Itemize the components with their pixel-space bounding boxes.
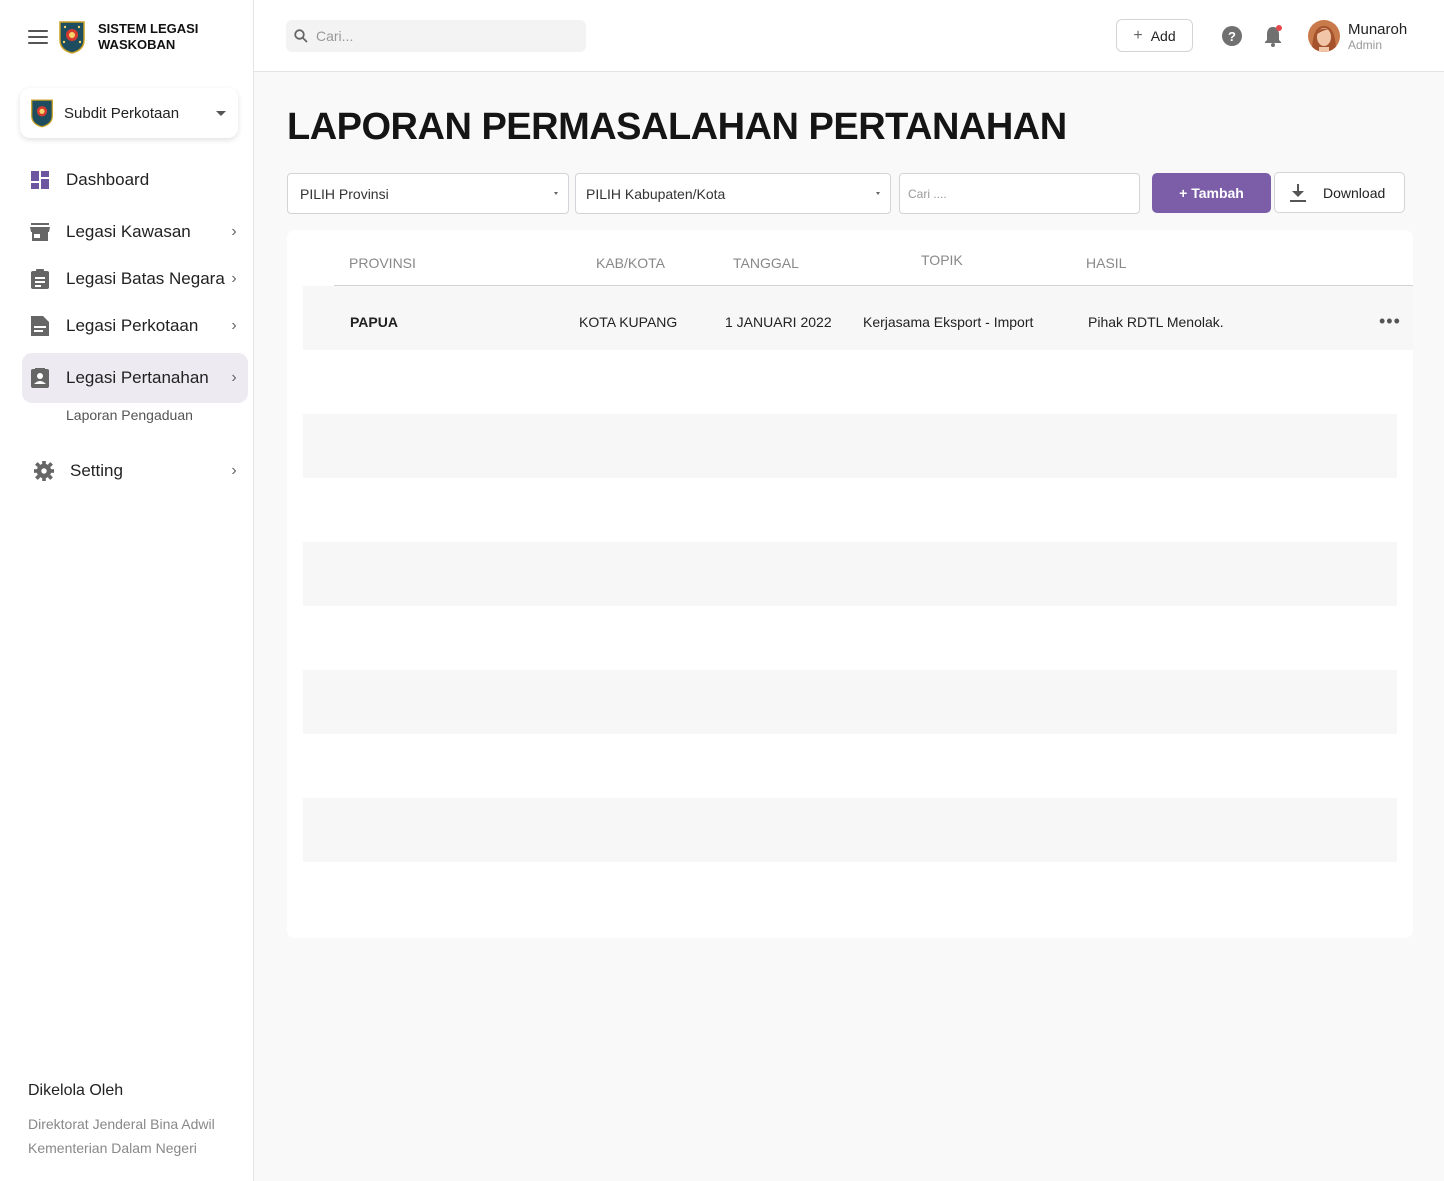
document-icon bbox=[30, 316, 50, 336]
plus-icon: + bbox=[1133, 26, 1143, 44]
chevron-right-icon: › bbox=[231, 317, 237, 334]
menu-icon[interactable] bbox=[28, 30, 48, 44]
notification-dot bbox=[1276, 25, 1282, 31]
sidebar: SISTEM LEGASI WASKOBAN Subdit Perkotaan … bbox=[0, 0, 254, 1181]
add-button[interactable]: + Add bbox=[1116, 19, 1193, 52]
clipboard-icon bbox=[30, 269, 50, 289]
org-logo bbox=[31, 99, 53, 128]
user-role: Admin bbox=[1348, 38, 1383, 52]
cell-kabkota: KOTA KUPANG bbox=[579, 314, 678, 330]
managed-by-line: Kementerian Dalam Negeri bbox=[28, 1140, 197, 1156]
column-header-hasil: HASIL bbox=[1086, 255, 1127, 271]
org-switcher[interactable]: Subdit Perkotaan bbox=[20, 88, 238, 138]
search-icon bbox=[294, 29, 308, 43]
empty-row bbox=[303, 670, 1397, 734]
sidebar-item-label: Dashboard bbox=[66, 170, 150, 189]
caret-down-icon bbox=[876, 192, 880, 195]
city-select-value: PILIH Kabupaten/Kota bbox=[586, 185, 726, 202]
caret-down-icon bbox=[216, 110, 226, 116]
download-button-label: Download bbox=[1323, 184, 1386, 201]
gear-icon bbox=[34, 461, 54, 481]
province-select-value: PILIH Provinsi bbox=[300, 185, 389, 202]
sidebar-item-legasi-kawasan[interactable]: Legasi Kawasan › bbox=[22, 207, 248, 257]
search-input[interactable] bbox=[316, 28, 566, 44]
sidebar-item-legasi-pertanahan[interactable]: Legasi Pertanahan › bbox=[22, 353, 248, 403]
avatar[interactable] bbox=[1308, 20, 1340, 52]
sidebar-item-label: Legasi Batas Negara bbox=[66, 269, 225, 288]
search-box[interactable] bbox=[286, 20, 586, 52]
city-select[interactable]: PILIH Kabupaten/Kota bbox=[575, 173, 891, 214]
cell-topik: Kerjasama Eksport - Import bbox=[863, 314, 1034, 330]
emblem-logo bbox=[59, 21, 85, 54]
tambah-button[interactable]: + Tambah bbox=[1152, 173, 1271, 213]
empty-row bbox=[303, 414, 1397, 478]
sidebar-subitem-laporan-pengaduan[interactable]: Laporan Pengaduan bbox=[66, 407, 193, 423]
chevron-right-icon: › bbox=[231, 369, 237, 386]
table-row-background bbox=[303, 286, 1413, 350]
brand-line-1: SISTEM LEGASI bbox=[98, 21, 199, 36]
sidebar-item-label: Legasi Kawasan bbox=[66, 222, 191, 241]
province-select[interactable]: PILIH Provinsi bbox=[287, 173, 569, 214]
empty-row bbox=[303, 542, 1397, 606]
brand-line-2: WASKOBAN bbox=[98, 37, 176, 52]
brand: SISTEM LEGASI WASKOBAN bbox=[28, 20, 208, 54]
managed-by-title: Dikelola Oleh bbox=[28, 1082, 124, 1099]
sidebar-item-setting[interactable]: Setting › bbox=[26, 446, 248, 496]
download-button[interactable]: Download bbox=[1274, 172, 1405, 213]
empty-row bbox=[303, 798, 1397, 862]
row-more-icon[interactable]: ••• bbox=[1379, 312, 1401, 330]
brand-title: SISTEM LEGASI WASKOBAN bbox=[98, 21, 208, 53]
sidebar-item-legasi-perkotaan[interactable]: Legasi Perkotaan › bbox=[22, 301, 248, 351]
sidebar-item-label: Legasi Perkotaan bbox=[66, 316, 199, 335]
help-icon[interactable]: ? bbox=[1222, 26, 1242, 46]
user-name: Munaroh bbox=[1348, 21, 1408, 38]
add-button-label: Add bbox=[1150, 27, 1176, 44]
managed-by: Dikelola Oleh Direktorat Jenderal Bina A… bbox=[28, 1082, 215, 1160]
contact-icon bbox=[30, 368, 50, 388]
column-header-tanggal: TANGGAL bbox=[733, 255, 799, 271]
bell-icon[interactable] bbox=[1262, 24, 1284, 48]
data-table: PROVINSI KAB/KOTA TANGGAL TOPIK HASIL PA… bbox=[287, 230, 1413, 938]
sidebar-item-label: Setting bbox=[70, 461, 123, 480]
sidebar-item-legasi-batas-negara[interactable]: Legasi Batas Negara › bbox=[22, 254, 248, 304]
org-switcher-label: Subdit Perkotaan bbox=[64, 104, 180, 122]
cell-provinsi: PAPUA bbox=[350, 314, 398, 330]
sidebar-item-label: Legasi Pertanahan bbox=[66, 368, 209, 387]
sidebar-item-dashboard[interactable]: Dashboard bbox=[22, 155, 248, 205]
managed-by-line: Direktorat Jenderal Bina Adwil bbox=[28, 1116, 215, 1132]
caret-down-icon bbox=[554, 192, 558, 195]
store-icon bbox=[30, 222, 50, 242]
chevron-right-icon: › bbox=[231, 223, 237, 240]
topbar: + Add ? Munaroh Admin bbox=[254, 0, 1444, 72]
chevron-right-icon: › bbox=[231, 462, 237, 479]
column-header-provinsi: PROVINSI bbox=[349, 255, 416, 271]
filter-search-input[interactable] bbox=[899, 173, 1140, 214]
column-header-topik: TOPIK bbox=[921, 252, 963, 268]
page-title: LAPORAN PERMASALAHAN PERTANAHAN bbox=[287, 106, 1067, 148]
chevron-right-icon: › bbox=[231, 270, 237, 287]
column-header-kabkota: KAB/KOTA bbox=[596, 255, 665, 271]
download-icon bbox=[1290, 183, 1306, 202]
cell-tanggal: 1 JANUARI 2022 bbox=[725, 314, 832, 330]
cell-hasil: Pihak RDTL Menolak. bbox=[1088, 314, 1224, 330]
dashboard-icon bbox=[30, 170, 50, 190]
